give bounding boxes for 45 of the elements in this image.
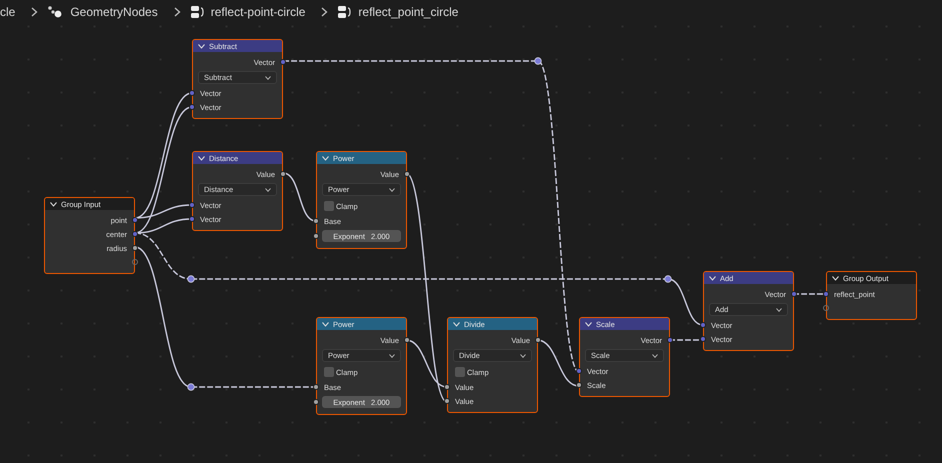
reroute-dot[interactable]	[187, 275, 195, 283]
socket[interactable]	[280, 171, 286, 177]
collapse-icon[interactable]	[832, 276, 839, 280]
socket[interactable]	[404, 337, 410, 343]
socket[interactable]	[132, 259, 138, 265]
socket[interactable]	[535, 337, 541, 343]
socket[interactable]	[444, 398, 450, 404]
caret-icon	[776, 308, 782, 312]
caret-icon	[265, 76, 271, 80]
socket[interactable]	[313, 384, 319, 390]
caret-icon	[265, 188, 271, 192]
checkbox[interactable]	[324, 201, 334, 211]
checkbox[interactable]	[455, 367, 465, 377]
collapse-icon[interactable]	[198, 156, 205, 160]
collapse-icon[interactable]	[198, 44, 205, 48]
node-group-icon	[337, 5, 352, 19]
socket[interactable]	[313, 233, 319, 239]
collapse-icon[interactable]	[50, 202, 57, 206]
socket[interactable]	[823, 305, 829, 311]
chevron-icon	[174, 7, 181, 17]
breadcrumb-item[interactable]: reflect-point-circle	[210, 5, 306, 19]
reroute-dot[interactable]	[187, 383, 195, 391]
reroute-dot[interactable]	[664, 275, 672, 283]
chevron-icon	[321, 7, 328, 17]
caret-icon	[389, 354, 395, 358]
dots-icon	[47, 5, 64, 19]
socket[interactable]	[132, 245, 138, 251]
breadcrumb-item[interactable]: GeometryNodes	[70, 5, 158, 19]
caret-icon	[389, 188, 395, 192]
collapse-icon[interactable]	[709, 276, 716, 280]
socket[interactable]	[576, 382, 582, 388]
breadcrumb-item[interactable]: reflect_point_circle	[358, 5, 458, 19]
collapse-icon[interactable]	[585, 322, 592, 326]
caret-icon	[652, 354, 658, 358]
checkbox[interactable]	[324, 367, 334, 377]
node-group-icon	[190, 5, 204, 19]
socket[interactable]	[313, 218, 319, 224]
socket[interactable]	[444, 384, 450, 390]
breadcrumb-item[interactable]: cle	[0, 5, 16, 19]
socket[interactable]	[404, 171, 410, 177]
chevron-icon	[31, 7, 38, 17]
socket[interactable]	[132, 217, 138, 223]
socket[interactable]	[313, 399, 319, 405]
caret-icon	[520, 354, 526, 358]
reroute-dot[interactable]	[534, 57, 542, 65]
